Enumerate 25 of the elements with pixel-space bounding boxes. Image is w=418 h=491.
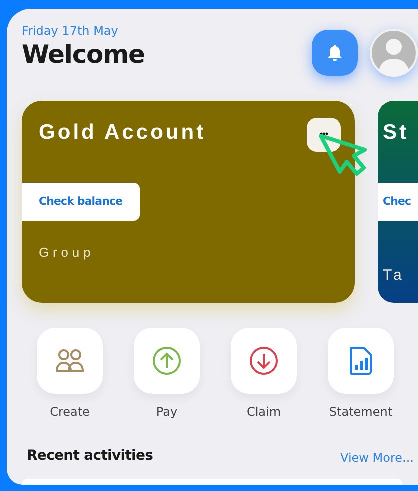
action-label: Statement: [329, 404, 393, 421]
action-button[interactable]: [37, 328, 103, 394]
account-name: Gold Account: [39, 120, 206, 146]
action-label: Claim: [246, 404, 282, 421]
action-button[interactable]: [134, 328, 200, 394]
account-name: St: [383, 120, 410, 146]
action-button[interactable]: [328, 328, 394, 394]
document-chart-icon: [350, 347, 372, 375]
action-label: Pay: [156, 404, 178, 421]
avatar-icon[interactable]: [370, 29, 418, 77]
account-card[interactable]: St Chec Ta: [378, 101, 418, 303]
check-balance-button[interactable]: Chec: [378, 183, 418, 221]
notification-button[interactable]: [312, 30, 358, 76]
action-button[interactable]: [231, 328, 297, 394]
people-icon: [55, 349, 85, 373]
account-type: Group: [38, 244, 96, 262]
arrow-down-circle-icon: [249, 346, 279, 376]
check-balance-button[interactable]: Check balance: [22, 183, 140, 221]
account-type: Ta: [382, 266, 406, 286]
action-label: Create: [50, 404, 90, 421]
bell-icon: [328, 45, 342, 61]
date-label: Friday 17th May: [22, 23, 120, 40]
arrow-up-circle-icon: [152, 346, 182, 376]
section-title: Recent activities: [27, 447, 154, 466]
welcome-title: Welcome: [22, 40, 145, 70]
